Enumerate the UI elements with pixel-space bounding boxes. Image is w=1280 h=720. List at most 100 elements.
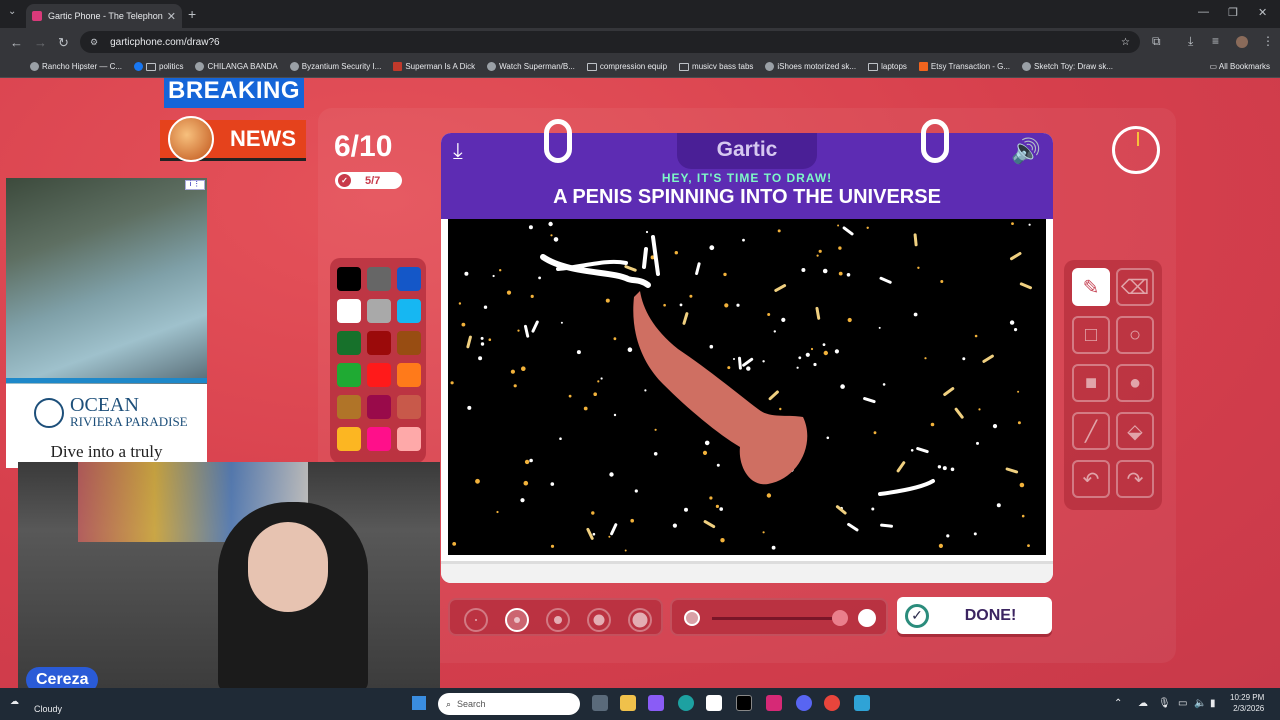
discord-icon[interactable] bbox=[796, 695, 812, 711]
advertisement[interactable]: i ⋮ OCEAN RIVIERA PARADISE Dive into a t… bbox=[6, 178, 207, 468]
eraser-tool-icon[interactable]: ⌫ bbox=[1116, 268, 1154, 306]
star-dot bbox=[597, 380, 600, 383]
undo-icon[interactable]: ↶ bbox=[1072, 460, 1110, 498]
line-tool-icon[interactable]: ╱ bbox=[1072, 412, 1110, 450]
address-bar[interactable]: ⚙ garticphone.com/draw?6 ☆ bbox=[80, 31, 1140, 53]
brush-size-3[interactable] bbox=[546, 608, 570, 632]
media-icon[interactable]: ≡ bbox=[1212, 34, 1219, 48]
taskbar-search[interactable]: ⌕ Search bbox=[438, 693, 580, 715]
bookmark-item[interactable]: Superman Is A Dick bbox=[393, 62, 475, 71]
color-swatch[interactable] bbox=[397, 267, 421, 291]
restore-icon[interactable]: ❐ bbox=[1228, 6, 1238, 19]
color-swatch[interactable] bbox=[337, 299, 361, 323]
bookmark-item[interactable]: Watch Superman/B... bbox=[487, 62, 575, 71]
edge-icon[interactable] bbox=[678, 695, 694, 711]
ellipse-outline-tool-icon[interactable]: ○ bbox=[1116, 316, 1154, 354]
bookmark-item[interactable]: CHILANGA BANDA bbox=[195, 62, 278, 71]
opacity-handle[interactable] bbox=[832, 610, 848, 626]
color-swatch[interactable] bbox=[397, 299, 421, 323]
bookmark-item[interactable]: Rancho Hipster — C... bbox=[30, 62, 122, 71]
clock[interactable]: 10:29 PM 2/3/2026 bbox=[1230, 692, 1264, 714]
tray-chevron-icon[interactable]: ⌃ bbox=[1114, 698, 1122, 709]
volume-icon[interactable]: 🔊 bbox=[1011, 137, 1041, 166]
color-swatch[interactable] bbox=[337, 267, 361, 291]
bookmark-item[interactable]: Byzantium Security I... bbox=[289, 62, 381, 71]
site-info-icon[interactable]: ⚙ bbox=[90, 37, 98, 48]
folder-icon: ▭ bbox=[1209, 62, 1219, 71]
weather-widget[interactable]: ☁ Cloudy bbox=[10, 696, 62, 714]
download-icon[interactable]: ⤓ bbox=[1188, 34, 1193, 49]
drawing-canvas[interactable] bbox=[448, 219, 1046, 555]
new-tab-icon[interactable]: + bbox=[188, 6, 196, 22]
bookmark-item[interactable]: Etsy Transaction - G... bbox=[918, 62, 1010, 71]
task-view-icon[interactable] bbox=[592, 695, 608, 711]
search-icon: ⌕ bbox=[446, 698, 452, 709]
color-swatch[interactable] bbox=[397, 395, 421, 419]
bookmark-star-icon[interactable]: ☆ bbox=[1121, 37, 1130, 48]
minimize-icon[interactable]: — bbox=[1198, 6, 1209, 18]
forward-icon[interactable]: → bbox=[34, 35, 47, 50]
color-swatch[interactable] bbox=[397, 427, 421, 451]
speaker-icon[interactable]: 🔈 bbox=[1194, 698, 1206, 709]
color-swatch[interactable] bbox=[337, 427, 361, 451]
microphone-icon[interactable]: 🎙 bbox=[1158, 698, 1171, 709]
redo-icon[interactable]: ↷ bbox=[1116, 460, 1154, 498]
color-swatch[interactable] bbox=[367, 427, 391, 451]
color-swatch[interactable] bbox=[367, 299, 391, 323]
bookmark-folder[interactable]: laptops bbox=[868, 62, 907, 71]
rectangle-outline-tool-icon[interactable]: □ bbox=[1072, 316, 1110, 354]
color-swatch[interactable] bbox=[337, 331, 361, 355]
profile-avatar[interactable] bbox=[1236, 36, 1248, 48]
download-drawing-icon[interactable]: ⤓ bbox=[453, 138, 463, 164]
color-swatch[interactable] bbox=[397, 363, 421, 387]
star-dot bbox=[937, 465, 942, 469]
bookmark-item[interactable]: Sketch Toy: Draw sk... bbox=[1022, 62, 1113, 71]
ellipse-fill-tool-icon[interactable]: ● bbox=[1116, 364, 1154, 402]
notepad-icon[interactable] bbox=[854, 695, 870, 711]
network-icon[interactable]: ▭ bbox=[1178, 698, 1187, 709]
done-button[interactable]: ✓ DONE! bbox=[897, 597, 1052, 634]
bookmark-item[interactable]: iShoes motorized sk... bbox=[765, 62, 856, 71]
all-bookmarks[interactable]: ▭ All Bookmarks bbox=[1210, 62, 1270, 71]
pencil-tool-icon[interactable]: ✎ bbox=[1072, 268, 1110, 306]
bookmark-item[interactable]: politics bbox=[134, 62, 183, 71]
close-tab-icon[interactable]: ✕ bbox=[167, 10, 176, 23]
file-explorer-icon[interactable] bbox=[620, 695, 636, 711]
copilot-icon[interactable] bbox=[648, 695, 664, 711]
battery-icon[interactable]: ▮ bbox=[1210, 698, 1216, 709]
brush-size-2[interactable] bbox=[505, 608, 529, 632]
brush-size-5[interactable] bbox=[628, 608, 652, 632]
color-swatch[interactable] bbox=[367, 331, 391, 355]
start-button[interactable] bbox=[412, 696, 426, 710]
tab-gartic[interactable]: Gartic Phone - The Telephone G ✕ bbox=[26, 4, 182, 28]
menu-icon[interactable]: ⋮ bbox=[1262, 34, 1274, 48]
color-swatch[interactable] bbox=[397, 331, 421, 355]
brush-size-4[interactable] bbox=[587, 608, 611, 632]
ad-choices-icon[interactable]: i ⋮ bbox=[185, 180, 205, 190]
x-icon[interactable] bbox=[736, 695, 752, 711]
color-swatch[interactable] bbox=[337, 363, 361, 387]
fill-bucket-tool-icon[interactable]: ⬙ bbox=[1116, 412, 1154, 450]
color-swatch[interactable] bbox=[367, 363, 391, 387]
instagram-icon[interactable] bbox=[766, 695, 782, 711]
reload-icon[interactable]: ↻ bbox=[58, 35, 69, 51]
brush-size-1[interactable] bbox=[464, 608, 488, 632]
tray-app-icon[interactable]: ☁ bbox=[1138, 698, 1148, 709]
rectangle-fill-tool-icon[interactable]: ■ bbox=[1072, 364, 1110, 402]
bookmark-folder[interactable]: musicv bass tabs bbox=[679, 62, 753, 71]
extensions-icon[interactable]: ⧉ bbox=[1152, 34, 1161, 49]
opacity-track[interactable] bbox=[712, 617, 832, 620]
bookmark-folder[interactable]: compression equip bbox=[586, 62, 667, 71]
color-swatch[interactable] bbox=[367, 395, 391, 419]
back-icon[interactable]: ← bbox=[10, 35, 23, 50]
tab-search-icon[interactable]: ⌄ bbox=[8, 6, 16, 17]
star-dot bbox=[654, 428, 657, 431]
chrome-icon[interactable] bbox=[824, 695, 840, 711]
color-swatch[interactable] bbox=[337, 395, 361, 419]
amazon-icon[interactable] bbox=[706, 695, 722, 711]
close-window-icon[interactable]: ✕ bbox=[1258, 6, 1267, 19]
star-dot bbox=[1017, 390, 1020, 393]
opacity-slider[interactable] bbox=[670, 598, 888, 636]
color-swatch[interactable] bbox=[367, 267, 391, 291]
star-dot bbox=[1028, 223, 1031, 226]
